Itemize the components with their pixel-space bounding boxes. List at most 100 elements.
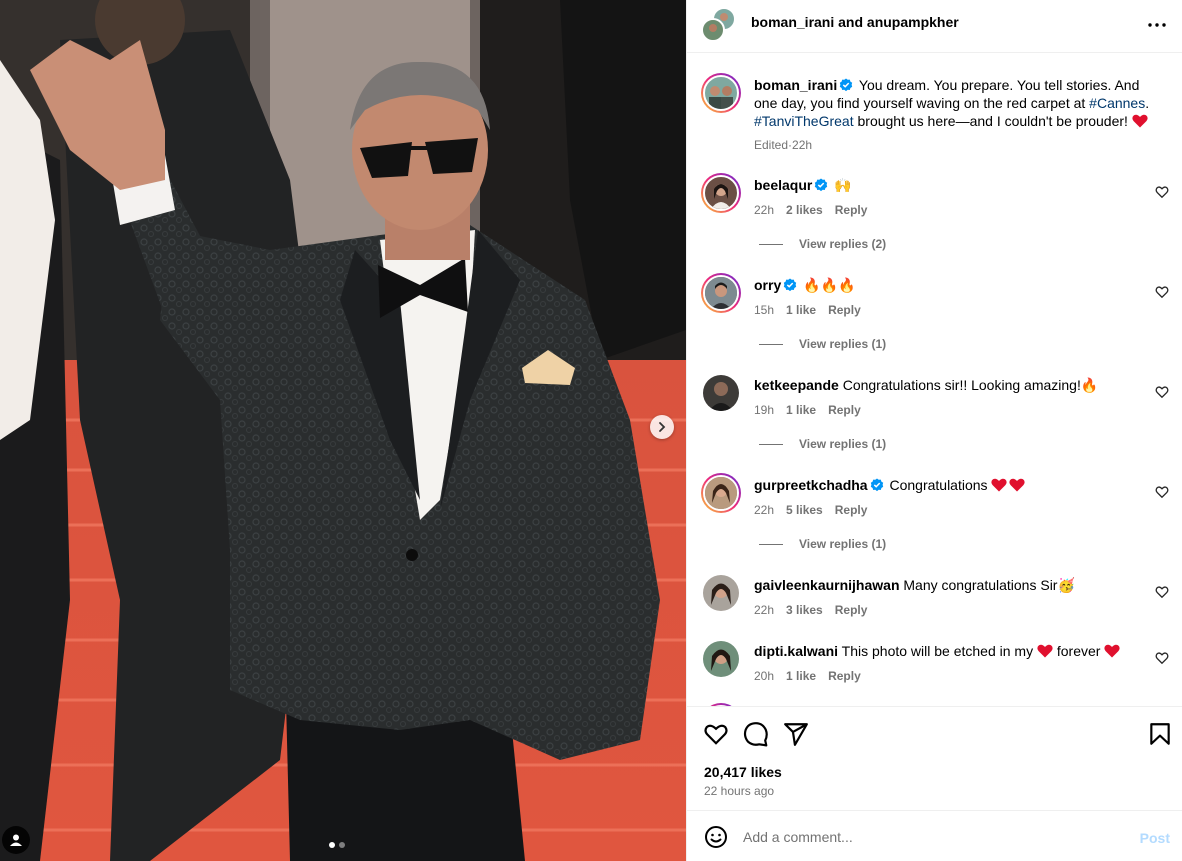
comment-meta: 15h 1 like Reply — [754, 303, 861, 317]
commenter-avatar[interactable] — [701, 173, 741, 213]
reply-button[interactable]: Reply — [828, 303, 861, 317]
comment-body: 🔥🔥🔥 — [799, 277, 856, 293]
comment-likes[interactable]: 1 like — [786, 303, 816, 317]
post-header: boman_irani and anupampkher — [687, 0, 1182, 53]
emoji-icon[interactable] — [704, 825, 728, 849]
reply-button[interactable]: Reply — [835, 603, 868, 617]
verified-badge-icon — [815, 178, 828, 192]
red-heart-emoji-icon — [1104, 644, 1120, 658]
like-comment-icon[interactable] — [1155, 585, 1169, 599]
more-icon — [1148, 23, 1166, 27]
post-comment-button[interactable]: Post — [1140, 830, 1170, 846]
comment-likes[interactable]: 3 likes — [786, 603, 823, 617]
verified-badge-icon — [784, 278, 797, 292]
comment-meta: 19h 1 like Reply — [754, 403, 861, 417]
comment-username[interactable]: gaivleenkaurnijhawan — [754, 577, 900, 593]
red-heart-emoji-icon — [1037, 644, 1053, 658]
chevron-right-icon — [659, 422, 666, 432]
caption-avatar[interactable] — [701, 73, 741, 113]
caption-time: 22h — [792, 138, 813, 152]
reply-button[interactable]: Reply — [835, 503, 868, 517]
tagged-users-button[interactable] — [2, 826, 30, 854]
caption-meta: Edited · 22h — [754, 138, 812, 152]
reply-button[interactable]: Reply — [828, 669, 861, 683]
comment-body: Congratulations — [885, 477, 992, 493]
comment-username[interactable]: dipti.kalwani — [754, 643, 838, 659]
comment-body: 🙌 — [830, 177, 852, 193]
comment-meta: 22h 2 likes Reply — [754, 203, 867, 217]
post-authors: boman_irani and anupampkher — [751, 14, 959, 30]
replies-divider — [759, 543, 783, 545]
commenter-avatar[interactable] — [703, 375, 739, 411]
hashtag-link[interactable]: #TanviTheGreat — [754, 113, 854, 129]
hashtag-link[interactable]: #Cannes — [1089, 95, 1145, 111]
carousel-indicator — [329, 842, 345, 848]
carousel-dot-active — [329, 842, 335, 848]
comment-body: forever — [1052, 643, 1105, 659]
post-timestamp[interactable]: 22 hours ago — [704, 784, 774, 798]
comment-username[interactable]: beelaqur — [754, 177, 812, 193]
comment-likes[interactable]: 1 like — [786, 669, 816, 683]
verified-badge-icon — [840, 78, 853, 92]
commenter-avatar[interactable] — [701, 473, 741, 513]
caption-body: . — [1145, 95, 1150, 111]
red-heart-emoji-icon — [1132, 114, 1148, 128]
view-replies-button[interactable]: View replies (2) — [759, 237, 886, 251]
like-comment-icon[interactable] — [1155, 485, 1169, 499]
caption-username[interactable]: boman_irani — [754, 77, 837, 93]
commenter-avatar[interactable] — [703, 641, 739, 677]
like-comment-icon[interactable] — [1155, 651, 1169, 665]
likes-count[interactable]: 20,417 likes — [704, 764, 782, 780]
profile-picture — [703, 375, 739, 411]
comment-username[interactable]: ketkeepande — [754, 377, 839, 393]
profile-picture — [705, 477, 737, 509]
carousel-dot — [339, 842, 345, 848]
post-photo[interactable] — [0, 0, 686, 861]
profile-picture — [709, 86, 733, 109]
view-replies-button[interactable]: View replies (1) — [759, 537, 886, 551]
share-icon[interactable] — [783, 721, 809, 747]
add-comment-bar: Post — [687, 810, 1182, 861]
post-actions: 20,417 likes 22 hours ago — [687, 706, 1182, 811]
profile-picture — [711, 184, 731, 209]
verified-badge-icon — [870, 478, 883, 492]
comment-text: orry 🔥🔥🔥 — [754, 276, 1154, 294]
comment-time: 22h — [754, 203, 775, 217]
comment-likes[interactable]: 5 likes — [786, 503, 823, 517]
comment-text: dipti.kalwani This photo will be etched … — [754, 642, 1154, 660]
comment-likes[interactable]: 1 like — [786, 403, 816, 417]
comment-username[interactable]: orry — [754, 277, 781, 293]
comments-list[interactable]: boman_irani You dream. You prepare. You … — [687, 53, 1182, 706]
collab-avatar-icon — [701, 7, 736, 42]
more-options-button[interactable] — [1145, 13, 1169, 37]
comment-input[interactable] — [743, 825, 1123, 849]
author-link[interactable]: boman_irani — [751, 14, 834, 30]
reply-button[interactable]: Reply — [835, 203, 868, 217]
like-comment-icon[interactable] — [1155, 285, 1169, 299]
comment-time: 20h — [754, 669, 775, 683]
reply-button[interactable]: Reply — [828, 403, 861, 417]
edited-label: Edited — [754, 138, 789, 152]
comment-text: ketkeepande Congratulations sir!! Lookin… — [754, 376, 1154, 394]
collab-avatars[interactable] — [701, 6, 737, 42]
profile-picture — [703, 575, 739, 611]
author-link[interactable]: anupampkher — [867, 14, 959, 30]
comment-time: 22h — [754, 603, 775, 617]
save-bookmark-icon[interactable] — [1147, 721, 1173, 747]
view-replies-button[interactable]: View replies (1) — [759, 437, 886, 451]
authors-conjunction: and — [838, 14, 864, 30]
commenter-avatar[interactable] — [701, 273, 741, 313]
comment-username[interactable]: gurpreetkchadha — [754, 477, 868, 493]
comment-icon[interactable] — [743, 721, 769, 747]
view-replies-button[interactable]: View replies (1) — [759, 337, 886, 351]
replies-divider — [759, 443, 783, 445]
commenter-avatar[interactable] — [703, 575, 739, 611]
comment-time: 22h — [754, 503, 775, 517]
next-photo-button[interactable] — [650, 415, 674, 439]
profile-picture — [703, 641, 739, 677]
like-comment-icon[interactable] — [1155, 185, 1169, 199]
like-icon[interactable] — [703, 721, 729, 747]
like-comment-icon[interactable] — [1155, 385, 1169, 399]
view-replies-label: View replies (1) — [799, 437, 887, 451]
comment-likes[interactable]: 2 likes — [786, 203, 823, 217]
